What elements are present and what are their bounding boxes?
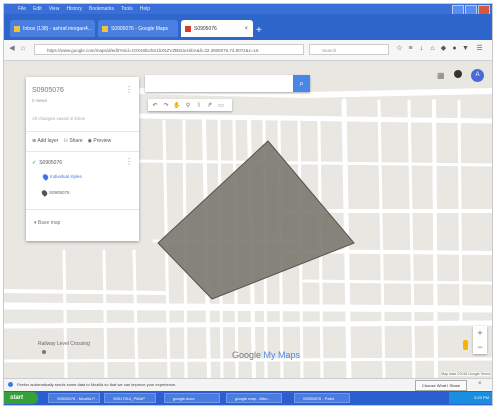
menu-help[interactable]: Help xyxy=(140,6,150,12)
layer-header[interactable]: ✓ S0905076 xyxy=(32,160,62,166)
style-pin-icon xyxy=(41,173,50,181)
map-canvas[interactable]: ⌕ ↶ ↷ ✋ ⚲ ⌇ ↱ ▭ S0905076 ⋮ 0 views All c… xyxy=(4,61,492,378)
divider xyxy=(26,131,139,132)
tab-my-map[interactable]: S0905076 × xyxy=(181,20,253,37)
url-field[interactable]: https://www.google.com/maps/d/edit?mid=z… xyxy=(34,44,304,55)
choose-what-i-share-button[interactable]: Choose What I Share xyxy=(415,380,467,391)
menu-history[interactable]: History xyxy=(66,6,82,12)
panel-actions: ⊕ Add layer ⚇ Share ◉ Preview xyxy=(32,138,111,144)
map-toolbar: ↶ ↷ ✋ ⚲ ⌇ ↱ ▭ xyxy=(148,99,232,111)
save-status: All changes saved in Drive xyxy=(32,116,86,121)
hand-icon[interactable]: ✋ xyxy=(173,102,181,109)
layer-feature-item[interactable]: S0905076 xyxy=(40,189,70,197)
navigation-bar: ◀ ⌂ https://www.google.com/maps/d/edit?m… xyxy=(4,40,492,61)
chat-icon[interactable]: ● xyxy=(451,45,458,53)
taskbar: start S0905076 - Mozilla F... S0917014_P… xyxy=(4,391,492,405)
polygon-feature-icon xyxy=(40,189,49,197)
taskbar-item[interactable]: S0905076 - Paint xyxy=(294,393,350,403)
menu-file[interactable]: File xyxy=(18,6,26,12)
draw-line-icon[interactable]: ⌇ xyxy=(195,102,203,109)
google-my-maps-logo: Google My Maps xyxy=(232,350,301,360)
home-icon[interactable]: ⌂ xyxy=(429,45,436,53)
marker-icon[interactable]: ⚲ xyxy=(184,102,192,109)
mail-icon xyxy=(14,25,20,32)
start-button[interactable]: start xyxy=(4,392,38,404)
search-icon[interactable]: ⌕ xyxy=(293,75,310,92)
checkbox-checked-icon[interactable]: ✓ xyxy=(32,160,36,166)
home-button[interactable]: ⌂ xyxy=(19,45,27,53)
taskbar-item[interactable]: google.docx xyxy=(164,393,220,403)
divider xyxy=(26,151,139,152)
pegman-icon[interactable] xyxy=(463,340,468,350)
shield-icon[interactable]: ▼ xyxy=(462,45,469,53)
map-attribution[interactable]: Map data ©2018 Google Terms xyxy=(441,372,490,376)
notification-text: Firefox automatically sends some data to… xyxy=(17,382,177,387)
menu-bar: File Edit View History Bookmarks Tools H… xyxy=(18,6,150,12)
layer-options-icon[interactable]: ⋮ xyxy=(125,157,133,166)
downloads-icon[interactable]: ↓ xyxy=(418,45,425,53)
menu-bookmarks[interactable]: Bookmarks xyxy=(89,6,114,12)
menu-tools[interactable]: Tools xyxy=(121,6,133,12)
menu-view[interactable]: View xyxy=(49,6,60,12)
maps-icon xyxy=(102,25,108,32)
tab-google-maps[interactable]: S0905076 - Google Maps xyxy=(98,20,178,37)
tab-label: S0905076 - Google Maps xyxy=(111,25,168,32)
bookmark-star-icon[interactable]: ☆ xyxy=(396,45,403,53)
notification-bar: Firefox automatically sends some data to… xyxy=(4,378,492,392)
hamburger-menu-icon[interactable]: ☰ xyxy=(476,45,483,53)
info-icon xyxy=(8,382,13,387)
map-title[interactable]: S0905076 xyxy=(32,87,64,94)
menu-edit[interactable]: Edit xyxy=(33,6,42,12)
directions-icon[interactable]: ↱ xyxy=(206,102,214,109)
undo-icon[interactable]: ↶ xyxy=(151,102,159,109)
redo-icon[interactable]: ↷ xyxy=(162,102,170,109)
taskbar-item[interactable]: google map - Micr... xyxy=(226,393,282,403)
landmark-marker-icon[interactable] xyxy=(42,350,46,354)
back-button[interactable]: ◀ xyxy=(8,45,16,53)
zoom-in-button[interactable]: + xyxy=(473,326,487,340)
my-maps-icon xyxy=(185,25,191,32)
window-titlebar: File Edit View History Bookmarks Tools H… xyxy=(4,4,492,15)
add-layer-button[interactable]: ⊕ Add layer xyxy=(32,138,58,144)
ruler-icon[interactable]: ▭ xyxy=(217,102,225,109)
share-button[interactable]: ⚇ Share xyxy=(63,138,82,144)
tab-inbox[interactable]: Inbox (138) - ashraf.morgan4... xyxy=(10,20,95,37)
taskbar-item[interactable]: S0917014_PMAP xyxy=(104,393,156,403)
tab-bar: Inbox (138) - ashraf.morgan4... S0905076… xyxy=(4,14,492,40)
zoom-control: + − xyxy=(473,326,487,354)
close-tab-icon[interactable]: × xyxy=(244,26,248,32)
close-icon[interactable]: × xyxy=(478,381,482,387)
more-options-icon[interactable]: ⋮ xyxy=(125,85,133,94)
tab-label: S0905076 xyxy=(194,25,217,32)
pocket-icon[interactable]: ◆ xyxy=(440,45,447,53)
divider xyxy=(26,209,139,210)
zoom-out-button[interactable]: − xyxy=(473,340,487,354)
notifications-icon[interactable] xyxy=(454,70,462,78)
layer-style-link[interactable]: Individual styles xyxy=(41,173,82,181)
taskbar-item[interactable]: S0905076 - Mozilla F... xyxy=(48,393,100,403)
reading-list-icon[interactable]: ≡ xyxy=(407,45,414,53)
browser-window: File Edit View History Bookmarks Tools H… xyxy=(3,3,493,406)
landmark-label: Railway Level Crossing xyxy=(38,341,90,347)
system-tray-clock[interactable]: 2:20 PM xyxy=(449,392,492,404)
map-legend-panel: S0905076 ⋮ 0 views All changes saved in … xyxy=(26,77,139,241)
tab-label: Inbox (138) - ashraf.morgan4... xyxy=(23,25,92,32)
map-polygon[interactable] xyxy=(157,140,355,300)
apps-grid-icon[interactable]: ▦ xyxy=(437,71,445,80)
avatar[interactable]: A xyxy=(471,69,484,82)
map-views: 0 views xyxy=(32,98,48,103)
preview-button[interactable]: ◉ Preview xyxy=(88,138,112,144)
base-map-toggle[interactable]: ▾ Base map xyxy=(34,220,60,226)
search-field[interactable]: Search xyxy=(309,44,389,55)
new-tab-button[interactable]: + xyxy=(256,25,262,36)
map-search-box[interactable]: ⌕ xyxy=(145,75,310,92)
